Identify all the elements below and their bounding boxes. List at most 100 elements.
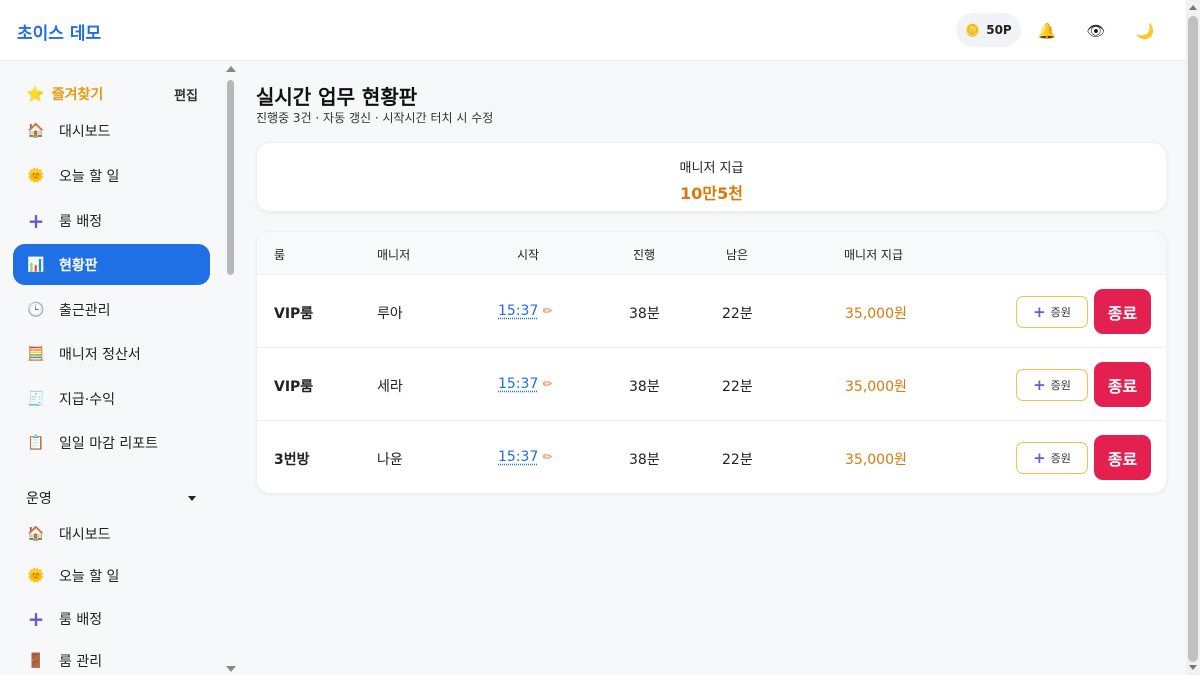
brand-title[interactable]: 초이스 데모 [17, 19, 101, 44]
moon-icon[interactable]: 🌙 [1134, 20, 1156, 42]
sidebar-item-payout-revenue[interactable]: 🧾 지급·수익 [13, 378, 210, 419]
add-staff-label: 증원 [1050, 452, 1071, 465]
pencil-icon: ✏ [542, 450, 553, 464]
sidebar-item-room-manage[interactable]: 🚪 룸 관리 [13, 640, 210, 675]
plus-icon: + [27, 606, 45, 631]
add-staff-button[interactable]: + 증원 [1016, 442, 1088, 474]
sidebar-item-attendance[interactable]: 🕒 출근관리 [13, 289, 210, 330]
end-session-button[interactable]: 종료 [1094, 362, 1151, 407]
end-session-button[interactable]: 종료 [1094, 289, 1151, 334]
remaining-cell: 22분 [722, 379, 753, 395]
operations-section-header[interactable]: 운영 [26, 488, 196, 508]
plus-icon: + [1033, 376, 1046, 394]
door-icon: 🚪 [27, 652, 45, 669]
column-header-room: 룸 [274, 248, 286, 262]
sidebar-item-status-board[interactable]: 📊 현황판 [13, 244, 210, 285]
start-time-link[interactable]: 15:37 ✏ [498, 376, 552, 392]
scroll-up-arrow[interactable] [226, 66, 236, 72]
start-time-link[interactable]: 15:37 ✏ [498, 449, 552, 465]
start-time-value: 15:37 [498, 376, 539, 392]
column-header-elapsed: 진행 [633, 248, 656, 262]
table-header: 룸 매니저 시작 진행 남은 매니저 지급 [257, 232, 1166, 274]
sidebar-item-manager-settlement[interactable]: 🧮 매니저 정산서 [13, 333, 210, 374]
house-icon: 🏠 [27, 122, 45, 139]
column-header-pay: 매니저 지급 [844, 248, 904, 262]
chart-icon: 📊 [27, 256, 45, 273]
pay-cell: 35,000원 [845, 306, 907, 322]
table-row: 3번방 나윤 15:37 ✏ 38분 22분 35,000원 + 증원 종료 [257, 420, 1166, 493]
favorites-edit-button[interactable]: 편집 [174, 85, 198, 104]
sidebar-scrollbar[interactable] [224, 62, 238, 675]
coin-icon: 🪙 [965, 23, 981, 37]
sidebar-item-label: 매니저 정산서 [59, 346, 141, 363]
operations-title: 운영 [26, 491, 52, 507]
clock-icon: 🕒 [27, 301, 45, 318]
elapsed-cell: 38분 [629, 379, 660, 395]
sidebar-item-dashboard[interactable]: 🏠 대시보드 [13, 513, 210, 554]
elapsed-cell: 38분 [629, 306, 660, 322]
sidebar-item-label: 대시보드 [59, 123, 111, 140]
scroll-down-arrow[interactable] [1189, 665, 1197, 670]
receipt-icon: 🧾 [27, 390, 45, 407]
sun-icon: 🌞 [27, 167, 45, 184]
sidebar-item-label: 룸 배정 [59, 213, 103, 230]
add-staff-button[interactable]: + 증원 [1016, 369, 1088, 401]
sun-icon: 🌞 [27, 567, 45, 584]
sidebar-item-room-assign[interactable]: + 룸 배정 [13, 598, 210, 639]
pencil-icon: ✏ [542, 304, 553, 318]
remaining-cell: 22분 [722, 452, 753, 468]
eye-icon[interactable]: 👁 [1085, 20, 1107, 42]
manager-cell: 나윤 [377, 452, 403, 468]
manager-cell: 루아 [377, 306, 403, 322]
points-badge[interactable]: 🪙 50P [956, 13, 1021, 47]
start-time-value: 15:37 [498, 449, 539, 465]
manager-pay-label: 매니저 지급 [679, 161, 744, 176]
status-table: 룸 매니저 시작 진행 남은 매니저 지급 VIP룸 루아 15:37 ✏ 38분… [256, 231, 1167, 494]
table-row: VIP룸 루아 15:37 ✏ 38분 22분 35,000원 + 증원 종료 [257, 274, 1166, 347]
sidebar-item-today[interactable]: 🌞 오늘 할 일 [13, 555, 210, 596]
top-bar: 초이스 데모 🪙 50P 🔔 👁 🌙 [0, 0, 1186, 61]
pay-cell: 35,000원 [845, 379, 907, 395]
sidebar-item-today[interactable]: 🌞 오늘 할 일 [13, 155, 210, 196]
sidebar-item-dashboard[interactable]: 🏠 대시보드 [13, 110, 210, 151]
sidebar-item-label: 오늘 할 일 [59, 168, 120, 185]
sidebar: ⭐ 즐겨찾기 편집 🏠 대시보드 🌞 오늘 할 일 + 룸 배정 📊 현황판 🕒… [0, 62, 238, 675]
sidebar-item-label: 출근관리 [59, 302, 111, 319]
sidebar-item-label: 대시보드 [59, 526, 111, 543]
manager-pay-summary-card: 매니저 지급 10만5천 [256, 142, 1167, 212]
plus-icon: + [27, 208, 45, 233]
column-header-manager: 매니저 [377, 248, 411, 262]
star-icon: ⭐ [26, 85, 45, 103]
room-cell: 3번방 [274, 452, 310, 468]
abacus-icon: 🧮 [27, 345, 45, 362]
pay-cell: 35,000원 [845, 452, 907, 468]
start-time-link[interactable]: 15:37 ✏ [498, 303, 552, 319]
scrollbar-thumb[interactable] [227, 80, 234, 275]
sidebar-item-room-assign[interactable]: + 룸 배정 [13, 200, 210, 241]
column-header-start: 시작 [517, 248, 540, 262]
page-title: 실시간 업무 현황판 [256, 85, 418, 109]
sidebar-item-label: 현황판 [59, 257, 98, 274]
scroll-up-arrow[interactable] [1189, 5, 1197, 10]
elapsed-cell: 38분 [629, 452, 660, 468]
end-session-button[interactable]: 종료 [1094, 435, 1151, 480]
scroll-down-arrow[interactable] [226, 666, 236, 672]
remaining-cell: 22분 [722, 306, 753, 322]
add-staff-button[interactable]: + 증원 [1016, 296, 1088, 328]
favorites-title: 즐겨찾기 [51, 87, 104, 103]
sidebar-item-label: 룸 배정 [59, 611, 103, 628]
table-row: VIP룸 세라 15:37 ✏ 38분 22분 35,000원 + 증원 종료 [257, 347, 1166, 420]
pencil-icon: ✏ [542, 377, 553, 391]
start-time-value: 15:37 [498, 303, 539, 319]
chevron-down-icon [188, 495, 196, 501]
sidebar-item-label: 지급·수익 [59, 391, 115, 408]
plus-icon: + [1033, 303, 1046, 321]
scrollbar-thumb[interactable] [1188, 16, 1198, 662]
sidebar-item-daily-report[interactable]: 📋 일일 마감 리포트 [13, 422, 210, 463]
bell-icon[interactable]: 🔔 [1036, 20, 1058, 42]
page-scrollbar[interactable] [1186, 0, 1200, 675]
page-subtitle: 진행중 3건 · 자동 갱신 · 시작시간 터치 시 수정 [256, 111, 494, 125]
room-cell: VIP룸 [274, 379, 314, 395]
sidebar-item-label: 일일 마감 리포트 [59, 435, 159, 452]
clipboard-icon: 📋 [27, 434, 45, 451]
